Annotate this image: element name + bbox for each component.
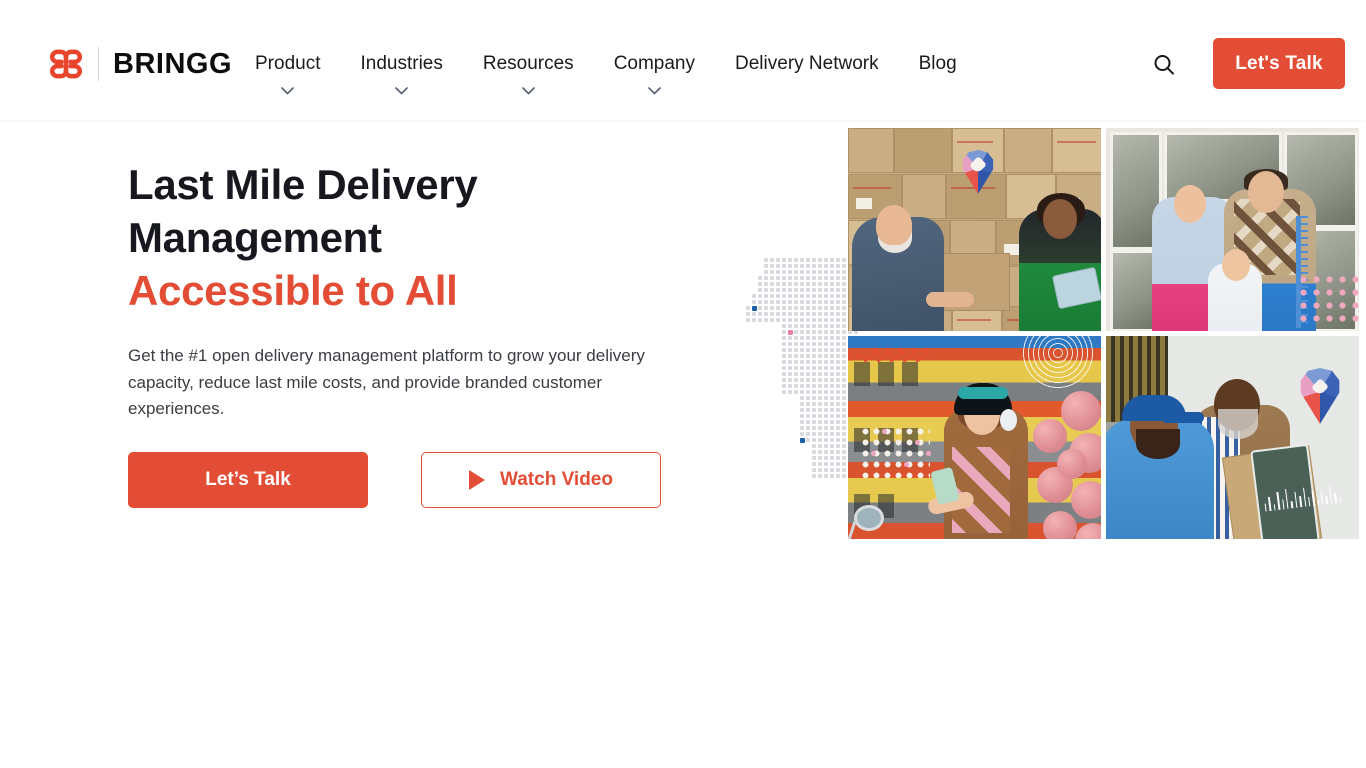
red-chevron-trail-graphic	[848, 348, 926, 362]
nav-label: Delivery Network	[735, 51, 879, 77]
bringg-loops-logo-icon	[46, 44, 86, 84]
header-lets-talk-button[interactable]: Let's Talk	[1213, 38, 1345, 89]
logo[interactable]: BRINGG	[46, 44, 232, 84]
site-header: BRINGG Product Industries Resources Comp…	[0, 0, 1366, 120]
collage-image-driver-customer	[1106, 336, 1359, 539]
chevron-down-icon	[522, 87, 535, 95]
nav-item-blog[interactable]: Blog	[919, 51, 957, 77]
nav-item-product[interactable]: Product	[255, 51, 320, 95]
hero-title-accent: Accessible to All	[128, 264, 698, 317]
collage-image-warehouse	[848, 128, 1101, 331]
dotted-world-map-graphic	[722, 252, 862, 487]
search-icon	[1152, 53, 1176, 77]
hero-subtitle: Get the #1 open delivery management plat…	[128, 343, 653, 423]
nav-label: Industries	[360, 51, 442, 77]
nav-label: Resources	[483, 51, 574, 77]
logo-divider	[98, 47, 99, 81]
watch-video-button[interactable]: Watch Video	[421, 452, 661, 508]
search-button[interactable]	[1150, 51, 1178, 79]
hero-button-group: Let’s Talk Watch Video	[128, 452, 698, 508]
hero-copy: Last Mile Delivery Management Accessible…	[128, 158, 698, 508]
map-pin-graphic	[960, 150, 996, 194]
nav-item-delivery-network[interactable]: Delivery Network	[735, 51, 879, 77]
map-pin-graphic	[1297, 368, 1343, 424]
hero-title-line-2: Management	[128, 214, 382, 261]
collage-image-family	[1106, 128, 1359, 331]
pink-dot-pattern	[1297, 273, 1359, 325]
watch-video-label: Watch Video	[500, 469, 613, 491]
hero-section: Last Mile Delivery Management Accessible…	[0, 120, 1366, 768]
hero-lets-talk-button[interactable]: Let’s Talk	[128, 452, 368, 508]
nav-item-industries[interactable]: Industries	[360, 51, 442, 95]
page-root: BRINGG Product Industries Resources Comp…	[0, 0, 1366, 768]
main-navigation: Product Industries Resources Company Del…	[255, 51, 957, 95]
hero-title-line-1: Last Mile Delivery	[128, 161, 477, 208]
play-triangle-icon	[469, 470, 485, 490]
logo-wordmark: BRINGG	[113, 50, 232, 79]
hero-image-collage	[848, 128, 1366, 541]
chevron-down-icon	[648, 87, 661, 95]
nav-label: Product	[255, 51, 320, 77]
collage-image-scooter-rider	[848, 336, 1101, 539]
nav-label: Blog	[919, 51, 957, 77]
nav-item-resources[interactable]: Resources	[483, 51, 574, 95]
nav-label: Company	[614, 51, 695, 77]
chevron-down-icon	[395, 87, 408, 95]
chevron-down-icon	[281, 87, 294, 95]
nav-item-company[interactable]: Company	[614, 51, 695, 95]
page-title: Last Mile Delivery Management Accessible…	[128, 158, 698, 317]
dot-grid-accent-graphic	[860, 426, 930, 478]
